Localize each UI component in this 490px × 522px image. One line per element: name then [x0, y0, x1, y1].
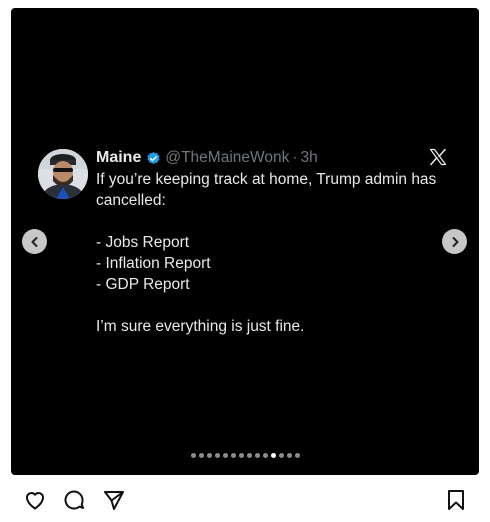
bookmark-icon[interactable]: [444, 488, 468, 512]
carousel-dot: [238, 453, 244, 458]
comment-icon[interactable]: [62, 488, 86, 512]
carousel-dot: [230, 453, 236, 458]
next-slide-button[interactable]: [442, 229, 467, 254]
tweet-line: I’m sure everything is just fine.: [96, 318, 305, 335]
carousel-indicator: [11, 453, 479, 458]
send-icon[interactable]: [102, 488, 126, 512]
tweet-text: If you’re keeping track at home, Trump a…: [96, 169, 456, 337]
heart-icon[interactable]: [23, 488, 47, 512]
carousel-dot: [246, 453, 252, 458]
carousel-dot: [206, 453, 212, 458]
timestamp: 3h: [300, 149, 318, 166]
line-break: [96, 211, 456, 232]
previous-slide-button[interactable]: [22, 229, 47, 254]
avatar: [38, 149, 88, 199]
carousel-dot: [278, 453, 284, 458]
carousel-dot: [254, 453, 260, 458]
carousel-dot: [214, 453, 220, 458]
carousel-dot: [222, 453, 228, 458]
carousel-dot: [270, 453, 276, 458]
tweet-line: - Jobs Report: [96, 234, 190, 251]
tweet-line: - GDP Report: [96, 276, 190, 293]
separator-dot: ·: [292, 149, 298, 166]
handle[interactable]: @TheMaineWonk: [165, 149, 289, 167]
carousel-dot: [190, 453, 196, 458]
chevron-left-icon: [31, 236, 37, 247]
tweet-header: Maine @TheMaineWonk · 3h: [96, 147, 318, 169]
carousel-dot: [262, 453, 268, 458]
chevron-right-icon: [452, 236, 458, 247]
carousel-dot: [294, 453, 300, 458]
post-actions: [0, 488, 490, 514]
carousel-dot: [286, 453, 292, 458]
verified-badge-icon: [147, 151, 160, 164]
post-media: Maine @TheMaineWonk · 3h If you’re keepi…: [11, 8, 479, 475]
tweet-line: If you’re keeping track at home, Trump a…: [96, 171, 437, 209]
tweet-line: - Inflation Report: [96, 255, 211, 272]
display-name[interactable]: Maine: [96, 149, 141, 167]
line-break: [96, 295, 456, 316]
carousel-dot: [198, 453, 204, 458]
x-logo-icon: [429, 148, 447, 166]
